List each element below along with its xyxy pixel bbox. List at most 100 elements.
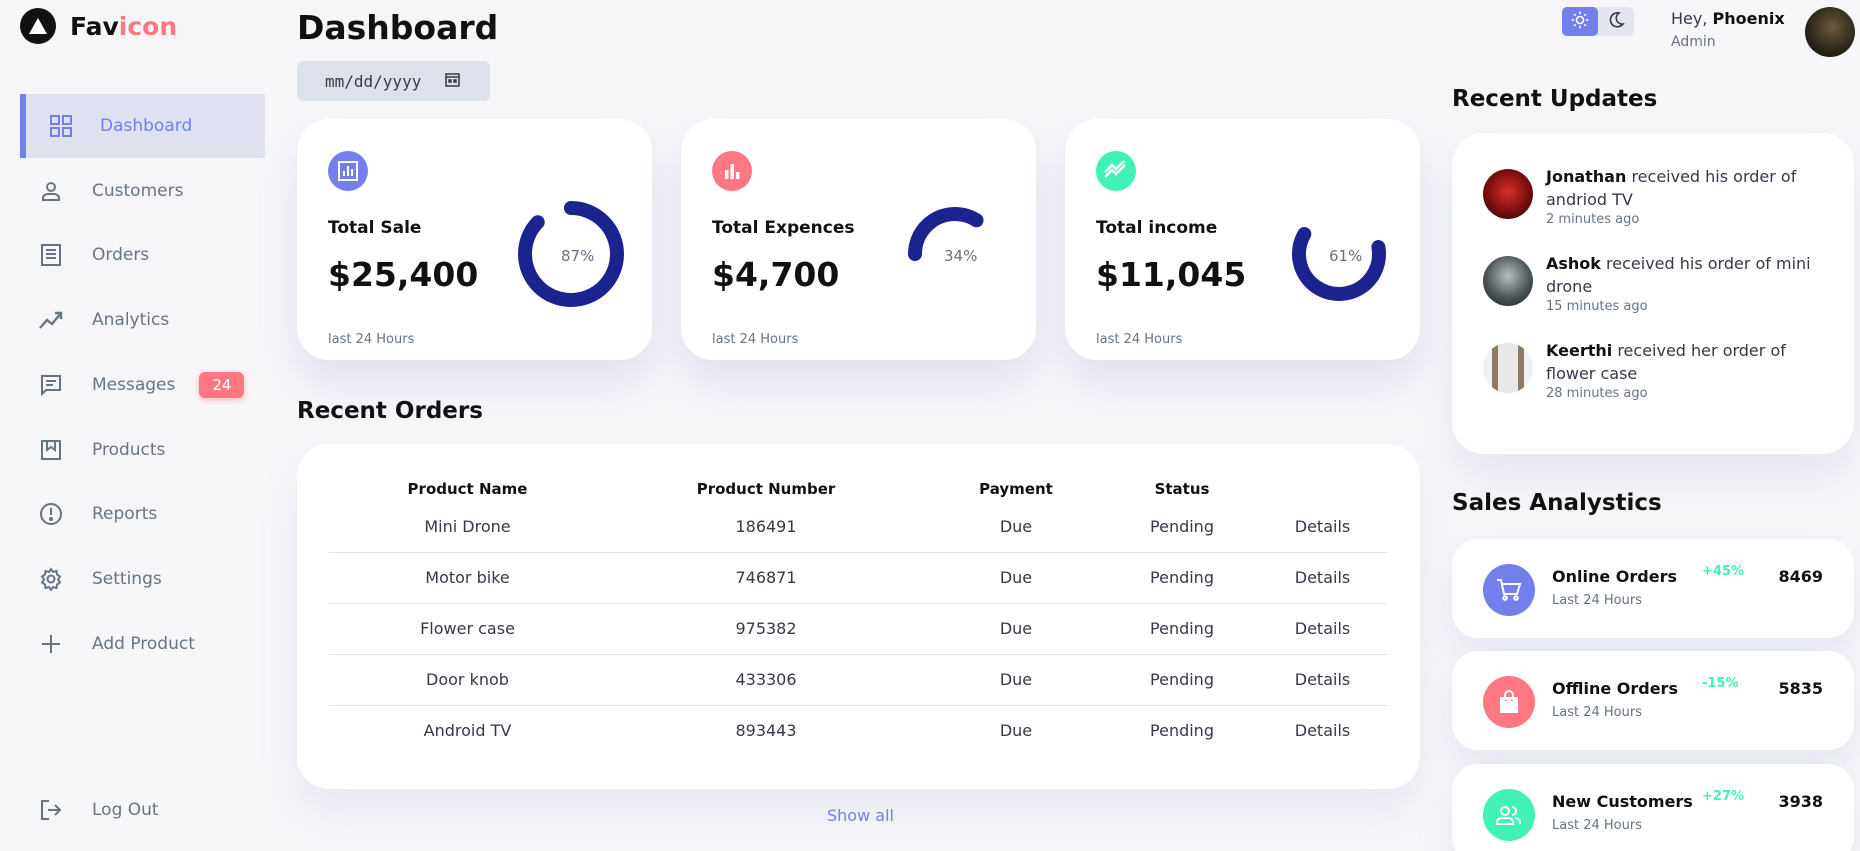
profile-greeting: Hey, Phoenix bbox=[1671, 9, 1785, 28]
analytics-period: Last 24 Hours bbox=[1552, 705, 1642, 720]
payment-cell: Due bbox=[926, 654, 1106, 706]
sidebar-item-customers[interactable]: Customers bbox=[20, 159, 265, 223]
sidebar-item-orders[interactable]: Orders bbox=[20, 223, 265, 287]
messages-count-badge: 24 bbox=[199, 372, 245, 398]
sidebar-item-products[interactable]: Products bbox=[20, 418, 265, 482]
sidebar-item-label: Add Product bbox=[92, 634, 195, 654]
table-header-row: Product Name Product Number Payment Stat… bbox=[329, 477, 1387, 501]
sidebar-item-messages[interactable]: Messages 24 bbox=[20, 353, 265, 417]
update-user: Keerthi bbox=[1546, 341, 1613, 360]
offline-orders-card: Offline Orders Last 24 Hours -15% 5835 bbox=[1452, 651, 1854, 750]
analytics-value: 5835 bbox=[1778, 679, 1823, 698]
progress-percent: 61% bbox=[1329, 247, 1363, 265]
sidebar-item-label: Orders bbox=[92, 245, 150, 265]
status-cell: Pending bbox=[1150, 721, 1214, 741]
analytics-title: Online Orders bbox=[1552, 567, 1677, 586]
column-header: Product Number bbox=[696, 480, 836, 498]
total-income-card: Total income $11,045 last 24 Hours 61% bbox=[1065, 119, 1420, 360]
trend-icon bbox=[1096, 151, 1136, 191]
profile-role: Admin bbox=[1671, 34, 1716, 50]
sidebar-item-label: Analytics bbox=[92, 310, 170, 330]
update-time: 28 minutes ago bbox=[1546, 386, 1648, 401]
column-header bbox=[1258, 477, 1387, 501]
recent-orders-title: Recent Orders bbox=[297, 398, 483, 424]
details-link[interactable]: Details bbox=[1258, 603, 1387, 655]
theme-toggle[interactable] bbox=[1562, 7, 1634, 36]
product-number-cell: 746871 bbox=[606, 552, 926, 604]
product-number-cell: 893443 bbox=[735, 721, 797, 741]
date-placeholder: mm/dd/yyyy bbox=[325, 71, 422, 91]
triangle-logo-icon bbox=[20, 8, 56, 44]
product-name-cell: Mini Drone bbox=[329, 501, 606, 553]
details-link[interactable]: Details bbox=[1258, 654, 1387, 706]
column-header: Product Name bbox=[407, 480, 528, 498]
gear-icon bbox=[36, 564, 66, 594]
table-row: Flower case 975382 Due Pending Details bbox=[329, 603, 1387, 655]
avatar[interactable] bbox=[1805, 7, 1855, 57]
product-number-cell: 186491 bbox=[606, 501, 926, 553]
table-row: Motor bike 746871 Due Pending Details bbox=[329, 552, 1387, 604]
dark-mode-button[interactable] bbox=[1598, 7, 1634, 36]
analytics-value: 3938 bbox=[1778, 792, 1823, 811]
sidebar-item-label: Settings bbox=[92, 569, 162, 589]
cart-icon bbox=[1483, 564, 1535, 616]
status-cell: Pending bbox=[1106, 552, 1258, 604]
sidebar-item-add-product[interactable]: Add Product bbox=[20, 612, 265, 676]
progress-percent: 87% bbox=[561, 247, 595, 265]
orders-table: Product Name Product Number Payment Stat… bbox=[329, 477, 1387, 756]
card-period: last 24 Hours bbox=[712, 332, 799, 347]
payment-cell: Due bbox=[926, 603, 1106, 655]
receipt-icon bbox=[36, 240, 66, 270]
sidebar-item-settings[interactable]: Settings bbox=[20, 547, 265, 611]
payment-cell: Due bbox=[999, 721, 1033, 741]
sidebar-item-label: Messages bbox=[92, 375, 176, 395]
show-all-link[interactable]: Show all bbox=[827, 806, 894, 825]
product-name-cell: Flower case bbox=[329, 603, 606, 655]
card-label: Total income bbox=[1096, 218, 1218, 238]
analytics-title: Offline Orders bbox=[1552, 679, 1678, 698]
sidebar-item-reports[interactable]: Reports bbox=[20, 482, 265, 546]
analytics-change: +45% bbox=[1702, 564, 1745, 579]
calendar-icon[interactable] bbox=[445, 72, 461, 91]
product-name-cell: Android TV bbox=[423, 721, 512, 741]
card-label: Total Sale bbox=[328, 218, 422, 238]
card-value: $25,400 bbox=[328, 255, 479, 294]
status-cell: Pending bbox=[1106, 654, 1258, 706]
people-icon bbox=[1483, 789, 1535, 841]
status-cell: Pending bbox=[1106, 603, 1258, 655]
date-input[interactable]: mm/dd/yyyy bbox=[297, 61, 490, 101]
product-name-cell: Door knob bbox=[329, 654, 606, 706]
analytics-period: Last 24 Hours bbox=[1552, 593, 1642, 608]
profile-name: Phoenix bbox=[1712, 9, 1785, 28]
details-link[interactable]: Details bbox=[1258, 552, 1387, 604]
new-customers-card: New Customers Last 24 Hours +27% 3938 bbox=[1452, 764, 1854, 851]
details-link[interactable]: Details bbox=[1258, 705, 1387, 756]
bar-chart-icon bbox=[712, 151, 752, 191]
logout-button[interactable]: Log Out bbox=[20, 778, 265, 842]
sidebar-item-analytics[interactable]: Analytics bbox=[20, 288, 265, 352]
total-sale-card: Total Sale $25,400 last 24 Hours 87% bbox=[297, 119, 652, 360]
light-mode-button[interactable] bbox=[1562, 7, 1598, 36]
status-cell: Pending bbox=[1106, 501, 1258, 553]
page-title: Dashboard bbox=[297, 8, 499, 47]
payment-cell: Due bbox=[926, 501, 1106, 553]
chat-icon bbox=[36, 370, 66, 400]
update-user: Ashok bbox=[1546, 254, 1601, 273]
person-icon bbox=[36, 176, 66, 206]
inventory-icon bbox=[36, 435, 66, 465]
update-time: 15 minutes ago bbox=[1546, 299, 1648, 314]
sidebar-item-label: Reports bbox=[92, 504, 158, 524]
plus-icon bbox=[36, 629, 66, 659]
details-link[interactable]: Details bbox=[1258, 501, 1387, 553]
avatar bbox=[1483, 343, 1533, 393]
brand-logo: Favicon bbox=[20, 8, 177, 44]
sales-analytics-title: Sales Analystics bbox=[1452, 490, 1662, 516]
sidebar-item-dashboard[interactable]: Dashboard bbox=[20, 94, 265, 158]
card-period: last 24 Hours bbox=[1096, 332, 1183, 347]
recent-updates-panel: Jonathan received his order of andriod T… bbox=[1452, 133, 1854, 454]
column-header: Payment bbox=[979, 480, 1053, 498]
online-orders-card: Online Orders Last 24 Hours +45% 8469 bbox=[1452, 539, 1854, 638]
sidebar-item-label: Customers bbox=[92, 181, 184, 201]
brand-name: Favicon bbox=[70, 11, 178, 41]
warning-icon bbox=[36, 499, 66, 529]
